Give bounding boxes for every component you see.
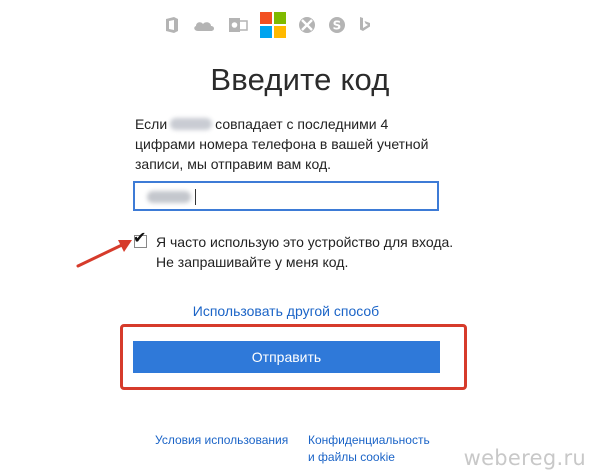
svg-text:S: S	[333, 19, 342, 33]
checkmark-icon: ✔	[133, 230, 147, 247]
page-title: Введите код	[210, 62, 390, 97]
text-caret	[195, 189, 196, 205]
description-text: Если совпадает с последними 4 цифрами ном…	[135, 114, 435, 174]
annotation-arrow	[76, 240, 132, 268]
microsoft-logo	[260, 12, 286, 38]
bing-icon	[358, 16, 372, 34]
masked-phone-digits	[170, 118, 213, 130]
description-part1: Если	[135, 116, 168, 132]
use-another-method-link[interactable]: Использовать другой способ	[0, 303, 572, 319]
remember-checkbox[interactable]: ✔	[133, 231, 147, 248]
outlook-icon	[228, 16, 248, 34]
privacy-cookies-link[interactable]: Конфиденциальность и файлы cookie	[308, 432, 438, 466]
onedrive-icon	[192, 18, 216, 32]
code-input[interactable]	[133, 181, 439, 211]
remember-label: Я часто использую это устройство для вхо…	[156, 234, 454, 270]
skype-icon: S	[328, 16, 346, 34]
terms-of-use-link[interactable]: Условия использования	[155, 432, 288, 449]
send-button[interactable]: Отправить	[133, 341, 440, 373]
office-icon	[164, 16, 180, 34]
product-icon-strip: S	[164, 8, 384, 42]
masked-code-value	[147, 191, 191, 203]
watermark: webereg.ru	[463, 446, 586, 470]
xbox-icon	[298, 16, 316, 34]
